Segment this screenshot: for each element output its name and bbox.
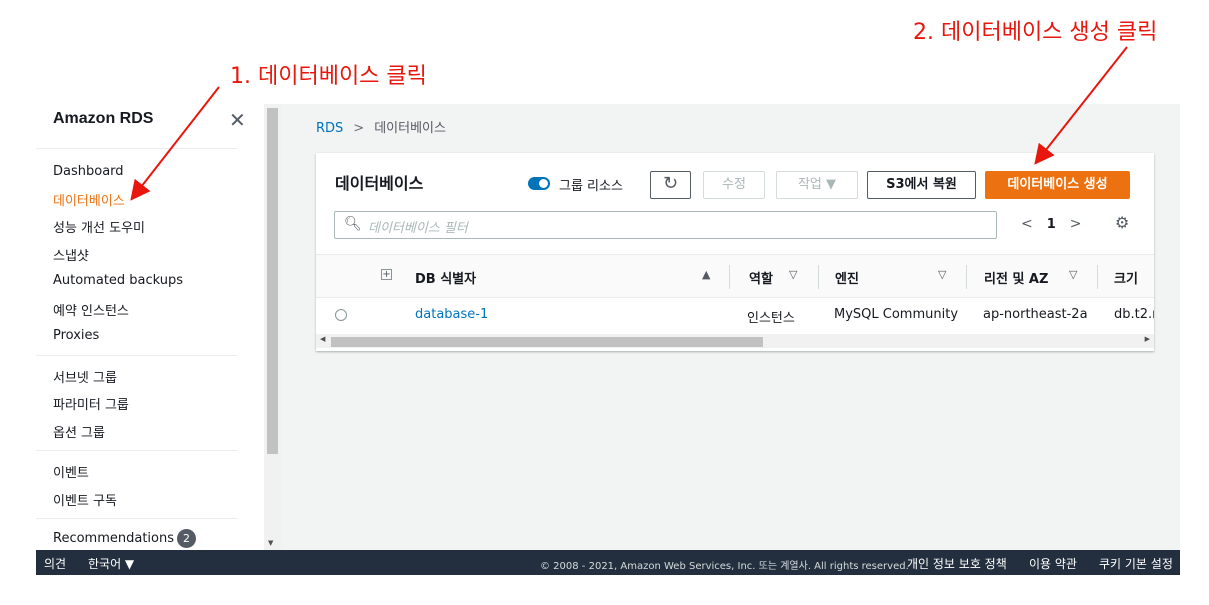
sort-icon[interactable]: ▽ <box>938 268 946 281</box>
table-header: + DB 식별자 ▲ 역할 ▽ 엔진 ▽ 리전 및 AZ ▽ 크기 <box>316 254 1154 298</box>
table-row[interactable]: database-1 인스턴스 MySQL Community ap-north… <box>316 298 1154 333</box>
column-engine[interactable]: 엔진 <box>835 268 859 287</box>
column-region-az[interactable]: 리전 및 AZ <box>984 268 1048 287</box>
chevron-left-icon[interactable]: < <box>1021 216 1033 232</box>
sidebar-divider <box>36 355 237 356</box>
sidebar-item-recommendations[interactable]: Recommendations 2 <box>53 529 197 548</box>
modify-button[interactable]: 수정 <box>703 171 765 199</box>
column-separator <box>966 265 967 289</box>
cell-role: 인스턴스 <box>747 311 795 326</box>
create-database-button[interactable]: 데이터베이스 생성 <box>985 171 1130 199</box>
language-selector[interactable]: 한국어 ▼ <box>88 555 134 572</box>
chevron-right-icon: > <box>353 121 365 136</box>
sidebar-item-event-subscriptions[interactable]: 이벤트 구독 <box>53 490 117 509</box>
cookie-preferences-link[interactable]: 쿠키 기본 설정 <box>1099 555 1173 572</box>
breadcrumb-current: 데이터베이스 <box>374 121 446 136</box>
annotation-step-1: 1. 데이터베이스 클릭 <box>230 64 427 89</box>
privacy-policy-link[interactable]: 개인 정보 보호 정책 <box>907 555 1007 572</box>
filter-placeholder: 데이터베이스 필터 <box>368 221 468 236</box>
sort-icon[interactable]: ▽ <box>789 268 797 281</box>
databases-panel: 데이터베이스 그룹 리소스 ↻ 수정 작업 ▼ S3에서 복원 데이터베이스 생… <box>316 153 1154 351</box>
pagination: <1 > <box>1021 216 1082 232</box>
filter-input[interactable]: 🔍︎ 데이터베이스 필터 <box>334 211 997 239</box>
row-select-radio[interactable] <box>335 309 347 321</box>
cell-region-az: ap-northeast-2a <box>983 307 1088 322</box>
sidebar-divider <box>36 450 237 451</box>
panel-title: 데이터베이스 <box>335 174 424 193</box>
group-resources-label: 그룹 리소스 <box>559 179 623 194</box>
scrollbar-thumb[interactable] <box>267 108 278 454</box>
sidebar-title: Amazon RDS <box>53 110 154 127</box>
breadcrumb-rds-link[interactable]: RDS <box>316 121 343 136</box>
column-separator <box>729 265 730 289</box>
column-role[interactable]: 역할 <box>749 268 773 287</box>
sidebar-item-performance-insights[interactable]: 성능 개선 도우미 <box>53 217 145 236</box>
sidebar-divider <box>36 518 237 519</box>
column-separator <box>818 265 819 289</box>
refresh-button[interactable]: ↻ <box>650 171 691 199</box>
actions-button[interactable]: 작업 ▼ <box>776 171 858 199</box>
sidebar-item-subnet-groups[interactable]: 서브넷 그룹 <box>53 367 117 386</box>
refresh-icon: ↻ <box>662 173 679 194</box>
sidebar-item-snapshots[interactable]: 스냅샷 <box>53 245 89 264</box>
db-identifier-link[interactable]: database-1 <box>415 307 488 322</box>
sidebar-divider <box>36 148 237 149</box>
page-number[interactable]: 1 <box>1047 217 1056 232</box>
sort-ascending-icon[interactable]: ▲ <box>702 268 710 281</box>
column-separator <box>1097 265 1098 289</box>
sidebar-item-automated-backups[interactable]: Automated backups <box>53 273 183 288</box>
feedback-link[interactable]: 의견 <box>44 555 66 572</box>
sort-icon[interactable]: ▽ <box>1069 268 1077 281</box>
table-horizontal-scrollbar[interactable]: ◀ ▶ <box>316 334 1154 348</box>
chevron-right-icon[interactable]: > <box>1070 216 1082 232</box>
sidebar-item-reserved-instances[interactable]: 예약 인스턴스 <box>53 300 129 319</box>
main-content: RDS > 데이터베이스 데이터베이스 그룹 리소스 ↻ 수정 작업 ▼ S3에서 … <box>281 104 1180 550</box>
sidebar-item-databases[interactable]: 데이터베이스 <box>53 190 125 209</box>
cell-engine: MySQL Community <box>834 307 959 322</box>
breadcrumb: RDS > 데이터베이스 <box>316 117 446 136</box>
sidebar-item-parameter-groups[interactable]: 파라미터 그룹 <box>53 394 129 413</box>
cell-size: db.t2.m <box>1114 307 1154 322</box>
footer: 의견 한국어 ▼ © 2008 - 2021, Amazon Web Servi… <box>36 550 1180 575</box>
sidebar-item-label: Recommendations <box>53 531 175 546</box>
terms-link[interactable]: 이용 약관 <box>1029 555 1077 572</box>
close-icon[interactable]: ✕ <box>229 108 246 132</box>
scrollbar-thumb[interactable] <box>331 337 763 347</box>
settings-gear-icon[interactable]: ⚙ <box>1115 213 1129 232</box>
sidebar-item-events[interactable]: 이벤트 <box>53 462 89 481</box>
column-size[interactable]: 크기 <box>1114 268 1138 287</box>
scroll-down-icon[interactable]: ▼ <box>268 539 273 547</box>
column-db-identifier[interactable]: DB 식별자 <box>415 268 476 287</box>
group-resources-toggle[interactable] <box>528 177 550 190</box>
search-icon: 🔍︎ <box>344 216 362 232</box>
sidebar-scrollbar[interactable]: ▼ <box>264 104 281 550</box>
annotation-step-2: 2. 데이터베이스 생성 클릭 <box>913 20 1158 45</box>
restore-from-s3-button[interactable]: S3에서 복원 <box>867 171 976 199</box>
sidebar-item-proxies[interactable]: Proxies <box>53 328 99 343</box>
count-badge: 2 <box>177 529 197 548</box>
copyright-text: © 2008 - 2021, Amazon Web Services, Inc.… <box>540 561 909 572</box>
scroll-right-icon[interactable]: ▶ <box>1145 335 1150 343</box>
sidebar-item-dashboard[interactable]: Dashboard <box>53 164 124 179</box>
sidebar-item-option-groups[interactable]: 옵션 그룹 <box>53 422 105 441</box>
scroll-left-icon[interactable]: ◀ <box>320 335 325 343</box>
expand-all-icon[interactable]: + <box>381 269 392 280</box>
sidebar: Amazon RDS ✕ Dashboard 데이터베이스 성능 개선 도우미 … <box>36 104 264 550</box>
